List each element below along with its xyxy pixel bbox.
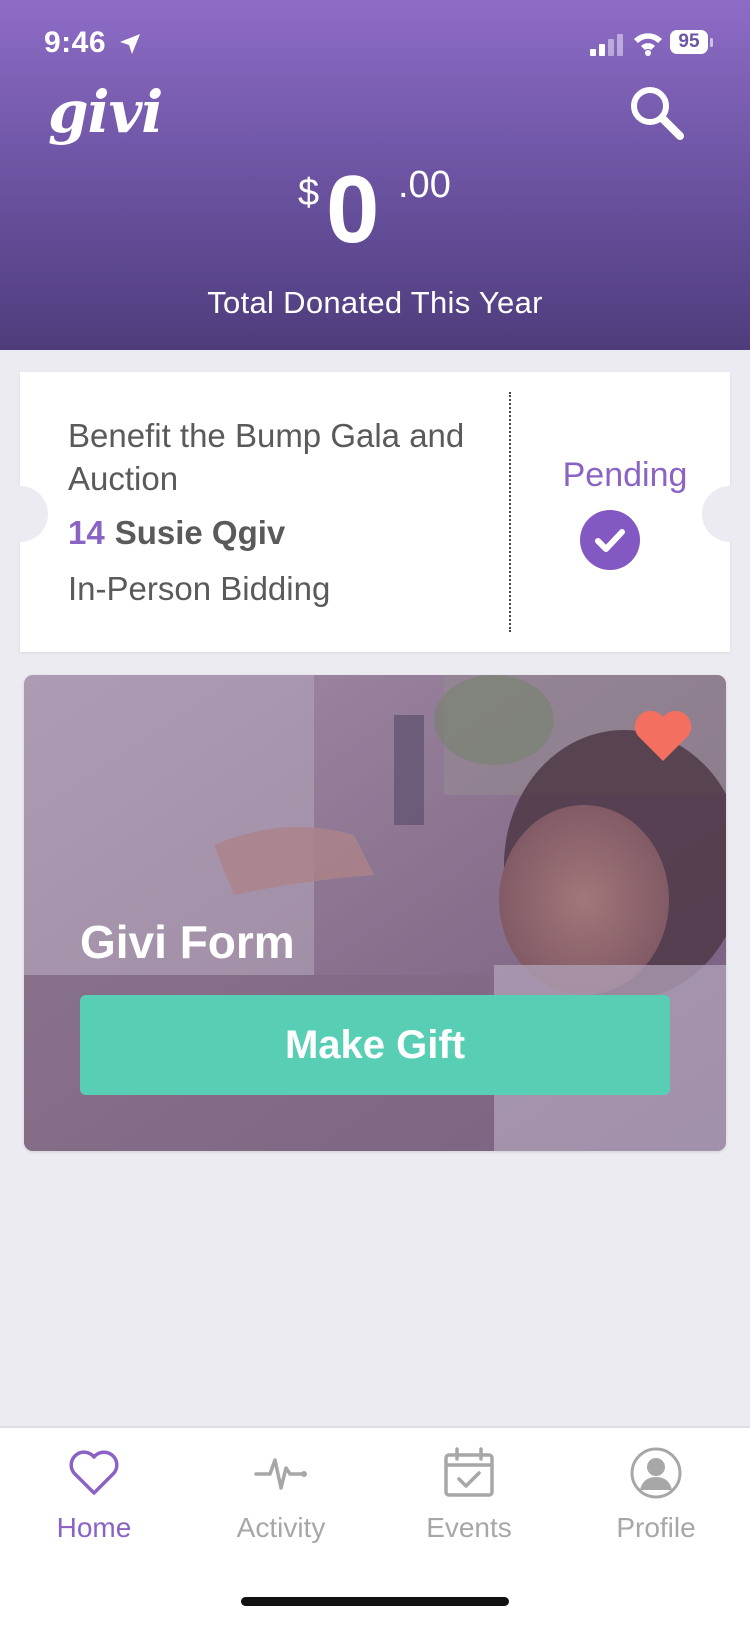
calendar-check-icon [444, 1447, 494, 1497]
status-time: 9:46 [44, 26, 107, 59]
check-circle-icon [580, 510, 640, 570]
event-ticket[interactable]: Benefit the Bump Gala and Auction 14 Susi… [0, 372, 750, 652]
tab-profile-label: Profile [616, 1512, 696, 1543]
bidder-name: Susie Qgiv [114, 514, 286, 551]
battery-level: 95 [670, 30, 708, 54]
bidder-number: 14 [68, 514, 105, 551]
tab-events-label: Events [426, 1512, 512, 1543]
battery-icon: 95 [670, 30, 714, 56]
header: 9:46 95 givi $ 0 .00 Total Donated This … [0, 0, 750, 350]
tab-activity-label: Activity [236, 1512, 326, 1543]
status-label: Pending [562, 456, 688, 494]
tab-profile[interactable]: Profile [562, 1428, 750, 1568]
make-gift-button[interactable]: Make Gift [80, 995, 670, 1095]
tab-activity[interactable]: Activity [187, 1428, 375, 1568]
form-title: Givi Form [80, 916, 295, 968]
amount-cents: .00 [398, 164, 451, 206]
bid-type: In-Person Bidding [68, 570, 331, 607]
heart-outline-icon [69, 1450, 119, 1495]
location-arrow-icon [120, 34, 140, 54]
total-amount: $ 0 .00 [0, 150, 750, 260]
person-icon [630, 1447, 682, 1499]
amount-whole: 0 [326, 156, 380, 263]
battery-nub [710, 38, 713, 47]
tab-home-label: Home [56, 1512, 132, 1543]
heart-icon[interactable] [631, 705, 695, 765]
pulse-icon [254, 1458, 307, 1490]
givi-form-card[interactable]: Givi Form Make Gift [24, 675, 726, 1151]
search-icon[interactable] [628, 84, 686, 142]
amount-currency: $ [298, 172, 320, 214]
bidder-info: 14 Susie Qgiv [68, 514, 285, 552]
givi-logo: givi [48, 78, 163, 146]
ticket-divider [509, 392, 511, 632]
tab-events[interactable]: Events [375, 1428, 563, 1568]
event-name: Benefit the Bump Gala and Auction [68, 417, 465, 497]
ticket-notch-left [0, 486, 48, 542]
wifi-icon [634, 33, 662, 56]
tab-home[interactable]: Home [0, 1428, 188, 1568]
signal-icon [590, 34, 623, 56]
tab-bar: Home Activity Events Profile [0, 1426, 750, 1626]
total-donated-label: Total Donated This Year [207, 285, 543, 320]
home-indicator [241, 1597, 509, 1606]
